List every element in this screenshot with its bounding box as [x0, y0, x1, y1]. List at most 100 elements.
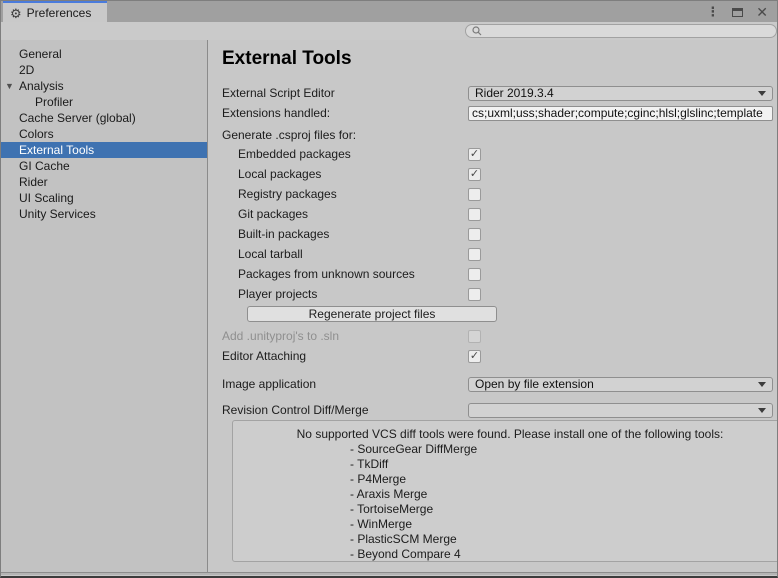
vcs-help-box: No supported VCS diff tools were found. … [232, 420, 778, 562]
csproj-row-embedded-packages: Embedded packages✓ [222, 144, 778, 164]
csproj-checkbox-group: Embedded packages✓Local packages✓Registr… [222, 144, 778, 304]
vcs-tool-item: - TortoiseMerge [350, 502, 778, 517]
revision-control-dropdown[interactable] [468, 403, 773, 418]
player-projects-checkbox[interactable] [468, 288, 481, 301]
external-script-editor-label: External Script Editor [222, 86, 468, 100]
local-tarball-checkbox[interactable] [468, 248, 481, 261]
add-unityproj-row: Add .unityproj's to .sln [222, 326, 778, 346]
csproj-row-packages-from-unknown-sources: Packages from unknown sources [222, 264, 778, 284]
sidebar-item-colors[interactable]: Colors [1, 126, 207, 142]
csproj-row-git-packages: Git packages [222, 204, 778, 224]
chevron-down-icon [758, 91, 766, 96]
vcs-tool-item: - SourceGear DiffMerge [350, 442, 778, 457]
chevron-down-icon [758, 408, 766, 413]
page-title: External Tools [222, 48, 778, 70]
body: General 2D ▼ Analysis Profiler Cache Server (… [1, 40, 777, 572]
generate-csproj-label: Generate .csproj files for: [222, 126, 778, 144]
main-panel: External Tools External Script Editor Ri… [208, 40, 778, 572]
checkbox-label: Local packages [238, 167, 468, 181]
external-script-editor-dropdown[interactable]: Rider 2019.3.4 [468, 86, 773, 101]
title-bar: ⚙ Preferences ⋮ ✕ [1, 0, 777, 22]
vcs-help-message: No supported VCS diff tools were found. … [233, 427, 778, 442]
vcs-tool-item: - P4Merge [350, 472, 778, 487]
sidebar-item-cache-server-global[interactable]: Cache Server (global) [1, 110, 207, 126]
vcs-tool-item: - TkDiff [350, 457, 778, 472]
revision-control-label: Revision Control Diff/Merge [222, 403, 468, 417]
vcs-tool-item: - Araxis Merge [350, 487, 778, 502]
add-unityproj-label: Add .unityproj's to .sln [222, 329, 468, 343]
chevron-down-icon [758, 382, 766, 387]
checkbox-label: Registry packages [238, 187, 468, 201]
vcs-tool-list: - SourceGear DiffMerge- TkDiff- P4Merge-… [233, 442, 778, 562]
sidebar-item-ui-scaling[interactable]: UI Scaling [1, 190, 207, 206]
external-script-editor-value: Rider 2019.3.4 [475, 86, 758, 100]
csproj-row-local-packages: Local packages✓ [222, 164, 778, 184]
packages-from-unknown-sources-checkbox[interactable] [468, 268, 481, 281]
embedded-packages-checkbox[interactable]: ✓ [468, 148, 481, 161]
sidebar-item-label: GI Cache [19, 159, 70, 173]
sidebar-item-label: Analysis [19, 79, 64, 93]
checkbox-label: Embedded packages [238, 147, 468, 161]
vcs-tool-item: - Beyond Compare 4 [350, 547, 778, 562]
checkbox-label: Local tarball [238, 247, 468, 261]
sidebar-item-label: Unity Services [19, 207, 96, 221]
checkbox-label: Built-in packages [238, 227, 468, 241]
sidebar-item-general[interactable]: General [1, 46, 207, 62]
image-application-dropdown[interactable]: Open by file extension [468, 377, 773, 392]
add-unityproj-checkbox [468, 330, 481, 343]
sidebar-item-label: Profiler [35, 95, 73, 109]
sidebar-item-unity-services[interactable]: Unity Services [1, 206, 207, 222]
checkbox-label: Player projects [238, 287, 468, 301]
extensions-handled-label: Extensions handled: [222, 106, 468, 120]
close-icon[interactable]: ✕ [756, 5, 768, 19]
sidebar-item-2d[interactable]: 2D [1, 62, 207, 78]
status-bar [1, 572, 777, 575]
tab-preferences[interactable]: ⚙ Preferences [3, 1, 107, 23]
external-script-editor-row: External Script Editor Rider 2019.3.4 [222, 83, 778, 103]
window-controls: ⋮ ✕ [706, 1, 768, 23]
sidebar-item-analysis[interactable]: ▼ Analysis [1, 78, 207, 94]
image-application-label: Image application [222, 377, 468, 391]
sidebar-item-label: External Tools [19, 143, 94, 157]
sidebar-item-label: Rider [19, 175, 48, 189]
csproj-row-built-in-packages: Built-in packages [222, 224, 778, 244]
sidebar-item-label: Colors [19, 127, 54, 141]
more-menu-icon[interactable]: ⋮ [706, 4, 719, 20]
editor-attaching-row: Editor Attaching ✓ [222, 346, 778, 366]
sidebar-item-rider[interactable]: Rider [1, 174, 207, 190]
extensions-handled-row: Extensions handled: [222, 103, 778, 123]
csproj-row-registry-packages: Registry packages [222, 184, 778, 204]
sidebar-item-gi-cache[interactable]: GI Cache [1, 158, 207, 174]
sidebar: General 2D ▼ Analysis Profiler Cache Server (… [1, 40, 207, 572]
vcs-tool-item: - WinMerge [350, 517, 778, 532]
image-application-row: Image application Open by file extension [222, 374, 778, 394]
sidebar-item-label: General [19, 47, 62, 61]
gear-icon: ⚙ [10, 7, 22, 20]
revision-control-row: Revision Control Diff/Merge [222, 402, 778, 418]
window-title: Preferences [27, 6, 92, 20]
foldout-open-icon[interactable]: ▼ [5, 78, 14, 94]
search-input[interactable] [486, 25, 770, 37]
vcs-tool-item: - PlasticSCM Merge [350, 532, 778, 547]
csproj-row-local-tarball: Local tarball [222, 244, 778, 264]
preferences-window: ⚙ Preferences ⋮ ✕ General 2D ▼ Analysis Prof… [0, 0, 778, 578]
sidebar-item-label: 2D [19, 63, 34, 77]
sidebar-item-external-tools[interactable]: External Tools [1, 142, 207, 158]
built-in-packages-checkbox[interactable] [468, 228, 481, 241]
regenerate-project-files-button[interactable]: Regenerate project files [247, 306, 497, 322]
maximize-icon[interactable] [732, 8, 743, 17]
image-application-value: Open by file extension [475, 377, 758, 391]
checkbox-label: Git packages [238, 207, 468, 221]
editor-attaching-checkbox[interactable]: ✓ [468, 350, 481, 363]
toolbar [1, 22, 777, 40]
registry-packages-checkbox[interactable] [468, 188, 481, 201]
editor-attaching-label: Editor Attaching [222, 349, 468, 363]
sidebar-item-label: UI Scaling [19, 191, 74, 205]
extensions-handled-input[interactable] [468, 106, 773, 121]
checkbox-label: Packages from unknown sources [238, 267, 468, 281]
local-packages-checkbox[interactable]: ✓ [468, 168, 481, 181]
sidebar-item-label: Cache Server (global) [19, 111, 136, 125]
git-packages-checkbox[interactable] [468, 208, 481, 221]
search-box[interactable] [465, 24, 777, 38]
sidebar-item-profiler[interactable]: Profiler [1, 94, 207, 110]
